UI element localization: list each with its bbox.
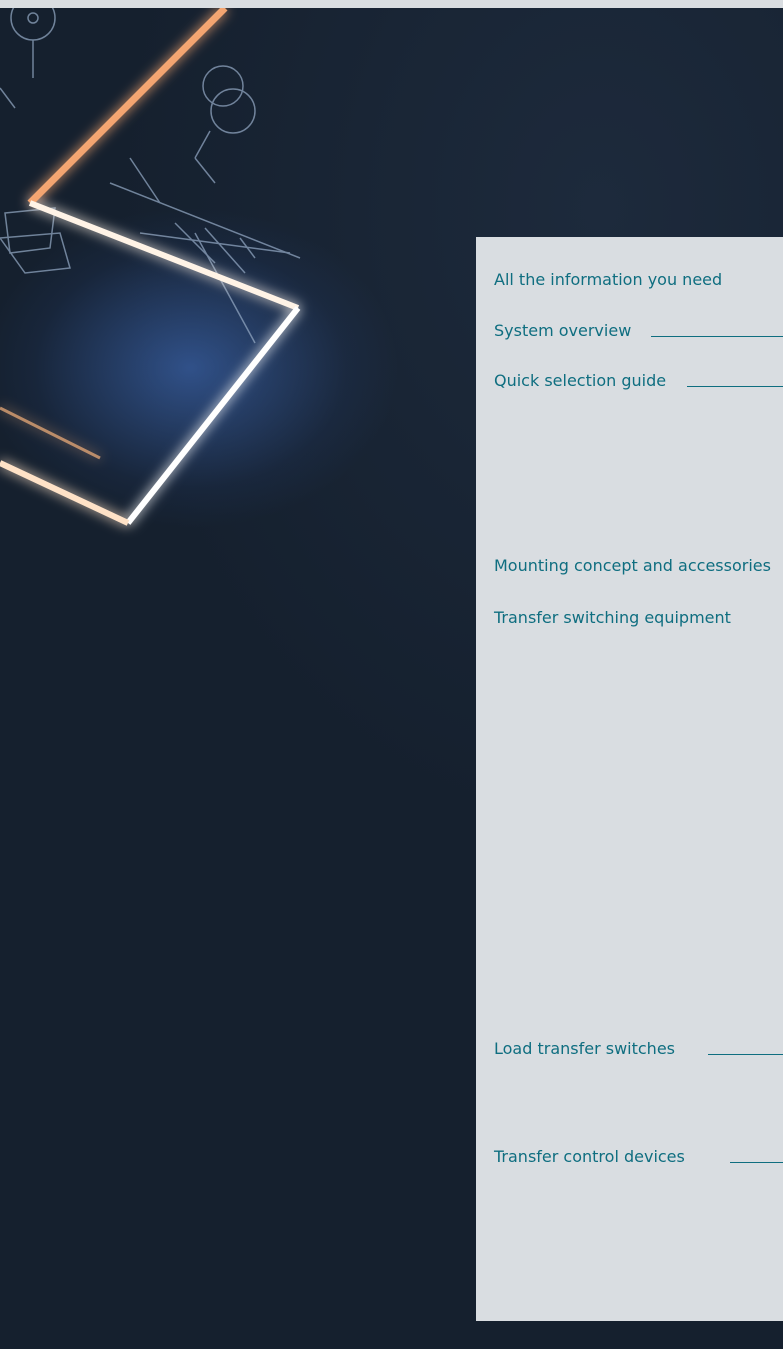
toc-item-label: All the information you need	[494, 270, 723, 289]
toc-item-label: Transfer control devices	[494, 1147, 685, 1166]
toc-item-mounting-concept[interactable]: Mounting concept and accessories	[494, 556, 771, 575]
toc-leader-line	[687, 386, 783, 387]
table-of-contents-panel: All the information you need System over…	[476, 237, 783, 1321]
toc-item-load-transfer-switches[interactable]: Load transfer switches	[494, 1039, 783, 1058]
toc-item-quick-selection-guide[interactable]: Quick selection guide	[494, 371, 783, 390]
top-strip	[0, 0, 783, 8]
toc-leader-line	[651, 336, 783, 337]
toc-item-label: System overview	[494, 321, 632, 340]
toc-item-transfer-control-devices[interactable]: Transfer control devices	[494, 1147, 783, 1166]
toc-item-system-overview[interactable]: System overview	[494, 321, 783, 340]
toc-item-label: Load transfer switches	[494, 1039, 675, 1058]
toc-item-label: Transfer switching equipment	[494, 608, 731, 627]
circuit-diagram-illustration	[0, 8, 301, 526]
toc-item-information[interactable]: All the information you need	[494, 270, 722, 289]
toc-item-label: Quick selection guide	[494, 371, 667, 390]
toc-leader-line	[708, 1054, 783, 1055]
toc-item-label: Mounting concept and accessories	[494, 556, 771, 575]
toc-leader-line	[730, 1162, 783, 1163]
toc-item-transfer-switching-equipment[interactable]: Transfer switching equipment	[494, 608, 731, 627]
